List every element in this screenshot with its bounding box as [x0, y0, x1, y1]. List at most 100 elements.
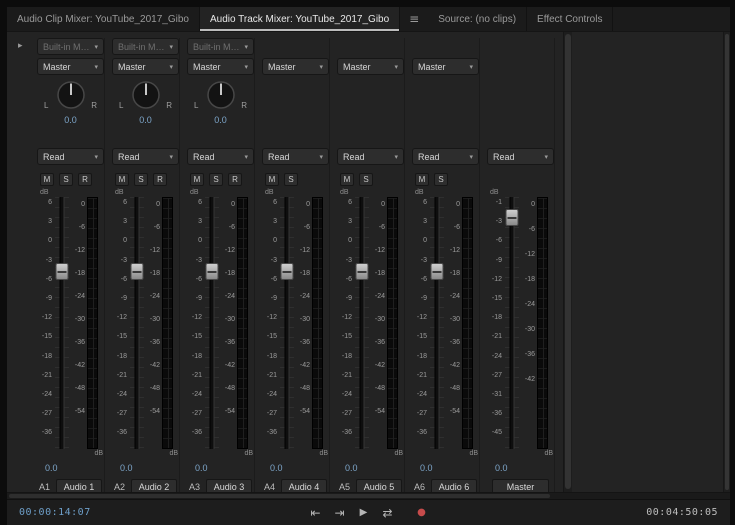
- output-select[interactable]: Master▾: [412, 58, 479, 75]
- panel-scrollbar[interactable]: [723, 32, 730, 492]
- output-select[interactable]: Master▾: [37, 58, 104, 75]
- pan-knob[interactable]: [130, 80, 162, 110]
- automation-mode-select[interactable]: Read▾: [112, 148, 179, 165]
- master-name-button[interactable]: Master: [492, 479, 549, 492]
- fader-scale-label: -9: [121, 295, 127, 302]
- track-name-button[interactable]: Audio 4: [281, 479, 327, 492]
- pan-value[interactable]: 0.0: [187, 115, 254, 125]
- mute-button[interactable]: M: [40, 173, 54, 186]
- mute-button[interactable]: M: [340, 173, 354, 186]
- track-name-row: A3Audio 3: [187, 479, 254, 492]
- fader-scale-label: -12: [117, 314, 127, 321]
- panel-scrollbar-thumb[interactable]: [725, 34, 729, 490]
- track-name-button[interactable]: Audio 2: [131, 479, 177, 492]
- volume-value[interactable]: 0.0: [120, 463, 179, 475]
- fader-handle[interactable]: [206, 263, 219, 280]
- fader-handle[interactable]: [131, 263, 144, 280]
- volume-value[interactable]: 0.0: [195, 463, 254, 475]
- fader-track[interactable]: [505, 197, 519, 449]
- automation-mode-select[interactable]: Read▾: [262, 148, 329, 165]
- input-select[interactable]: Built-in M…▾: [112, 38, 179, 55]
- go-to-out-button[interactable]: ⇥: [333, 506, 347, 520]
- fader-handle[interactable]: [431, 263, 444, 280]
- fader-track[interactable]: [205, 197, 219, 449]
- volume-value[interactable]: 0.0: [270, 463, 329, 475]
- volume-value[interactable]: 0.0: [345, 463, 404, 475]
- mute-button[interactable]: M: [415, 173, 429, 186]
- tab-audio-clip-mixer[interactable]: Audio Clip Mixer: YouTube_2017_Gibo: [7, 7, 200, 31]
- channel-strip-a6: Master▾Read▾MSdB630-3-6-9-12-15-18-21-24…: [412, 38, 480, 492]
- meter-scale: 0-6-12-18-24-30-36-42-48-54: [145, 191, 162, 457]
- solo-button[interactable]: S: [134, 173, 148, 186]
- meter-scale-label: -30: [75, 316, 85, 323]
- pan-value[interactable]: 0.0: [112, 115, 179, 125]
- mute-button[interactable]: M: [265, 173, 279, 186]
- fader-handle[interactable]: [56, 263, 69, 280]
- mixer-body: ▸ Built-in M…▾Master▾LR0.0Read▾MSRdB630-…: [7, 32, 730, 492]
- fader-track[interactable]: [430, 197, 444, 449]
- input-select[interactable]: Built-in M…▾: [37, 38, 104, 55]
- volume-value[interactable]: 0.0: [495, 463, 554, 475]
- record-button[interactable]: ●: [415, 507, 429, 518]
- track-buttons-row: MS: [337, 173, 404, 186]
- record-arm-button[interactable]: R: [228, 173, 242, 186]
- pan-knob[interactable]: [205, 80, 237, 110]
- automation-mode-select[interactable]: Read▾: [187, 148, 254, 165]
- solo-button[interactable]: S: [434, 173, 448, 186]
- fader-scale-label: -24: [492, 353, 502, 360]
- solo-button[interactable]: S: [359, 173, 373, 186]
- tab-effect-controls[interactable]: Effect Controls: [527, 7, 613, 31]
- pan-left-label: L: [119, 101, 123, 110]
- track-name-button[interactable]: Audio 5: [356, 479, 402, 492]
- output-select[interactable]: Master▾: [187, 58, 254, 75]
- effects-sends-expander[interactable]: ▸: [18, 40, 23, 51]
- track-name-button[interactable]: Audio 3: [206, 479, 252, 492]
- mute-button[interactable]: M: [190, 173, 204, 186]
- pan-value[interactable]: 0.0: [37, 115, 104, 125]
- solo-button[interactable]: S: [209, 173, 223, 186]
- record-arm-button[interactable]: R: [78, 173, 92, 186]
- volume-value[interactable]: 0.0: [420, 463, 479, 475]
- loop-button[interactable]: ⇄: [381, 506, 395, 520]
- record-arm-button[interactable]: R: [153, 173, 167, 186]
- output-select[interactable]: Master▾: [262, 58, 329, 75]
- track-buttons-row: MS: [412, 173, 479, 186]
- pan-knob[interactable]: [55, 80, 87, 110]
- fader-scale-label: -27: [417, 410, 427, 417]
- go-to-in-button[interactable]: ⇤: [309, 506, 323, 520]
- mixer-left-gutter: ▸: [7, 32, 37, 492]
- strips-scrollbar-thumb[interactable]: [565, 34, 571, 489]
- fader-track[interactable]: [130, 197, 144, 449]
- solo-button[interactable]: S: [284, 173, 298, 186]
- fader-handle[interactable]: [506, 209, 519, 226]
- automation-mode-select[interactable]: Read▾: [412, 148, 479, 165]
- automation-mode-select[interactable]: Read▾: [337, 148, 404, 165]
- fader-scale-label: -6: [271, 276, 277, 283]
- horizontal-scrollbar[interactable]: [7, 492, 730, 499]
- track-name-button[interactable]: Audio 1: [56, 479, 102, 492]
- pan-area: LR0.0: [37, 78, 104, 140]
- solo-button[interactable]: S: [59, 173, 73, 186]
- tab-source-monitor[interactable]: Source: (no clips): [428, 7, 527, 31]
- mute-button[interactable]: M: [115, 173, 129, 186]
- fader-handle[interactable]: [281, 263, 294, 280]
- panel-menu-icon[interactable]: ≡: [400, 7, 428, 31]
- fader-track[interactable]: [355, 197, 369, 449]
- chevron-down-icon: ▾: [469, 153, 473, 161]
- meter-scale-label: -18: [300, 270, 310, 277]
- output-select[interactable]: Master▾: [337, 58, 404, 75]
- play-button[interactable]: ▶: [357, 507, 371, 518]
- fader-track[interactable]: [280, 197, 294, 449]
- fader-handle[interactable]: [356, 263, 369, 280]
- strips-scrollbar[interactable]: [563, 32, 572, 492]
- volume-value[interactable]: 0.0: [45, 463, 104, 475]
- automation-mode-select[interactable]: Read▾: [37, 148, 104, 165]
- track-name-button[interactable]: Audio 6: [431, 479, 477, 492]
- tab-audio-track-mixer[interactable]: Audio Track Mixer: YouTube_2017_Gibo: [200, 7, 400, 31]
- fader-track[interactable]: [55, 197, 69, 449]
- automation-mode-select[interactable]: Read▾: [487, 148, 554, 165]
- horizontal-scrollbar-thumb[interactable]: [9, 494, 550, 498]
- fader-scale-label: -12: [342, 314, 352, 321]
- input-select[interactable]: Built-in M…▾: [187, 38, 254, 55]
- output-select[interactable]: Master▾: [112, 58, 179, 75]
